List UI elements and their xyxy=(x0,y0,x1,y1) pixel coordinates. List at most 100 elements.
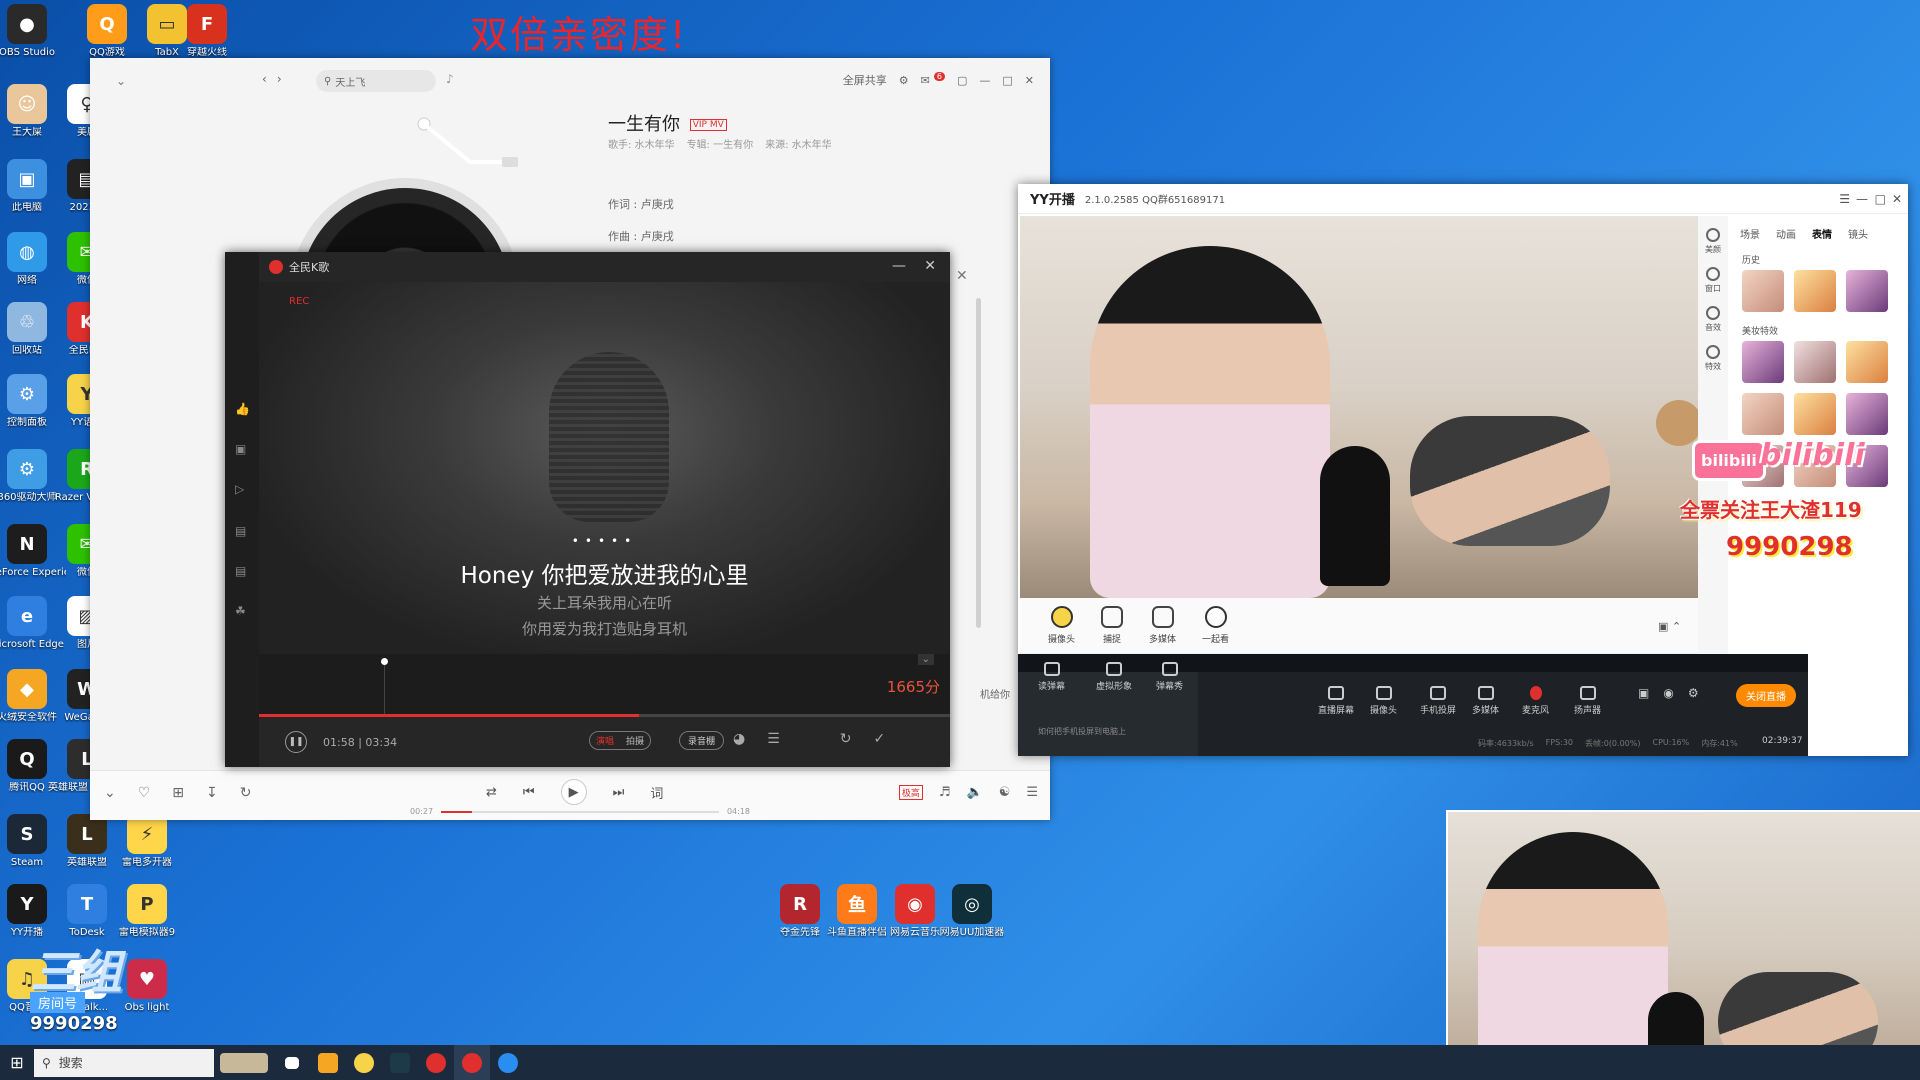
rail-beauty[interactable]: 美颜 xyxy=(1698,228,1728,255)
taskbar-search[interactable]: ⚲ 搜索 xyxy=(34,1048,214,1077)
playlist-icon[interactable]: ☰ xyxy=(1026,785,1038,800)
collapse-pitch-icon[interactable]: ⌄ xyxy=(917,654,934,665)
song-artist[interactable]: 歌手: 水木年华 xyxy=(608,136,675,151)
equalizer-icon[interactable]: ☰ xyxy=(767,731,780,747)
download-icon[interactable]: ↧ xyxy=(206,785,218,801)
console-camera[interactable]: 摄像头 xyxy=(1370,686,1397,716)
console-tip[interactable]: 如何把手机投屏到电脑上 xyxy=(1038,726,1126,737)
add-to-list-icon[interactable]: ⊞ xyxy=(172,785,184,801)
screen-icon[interactable]: ▤ xyxy=(235,524,251,538)
gift-icon[interactable]: ☘ xyxy=(235,604,251,618)
sticker-thumb[interactable] xyxy=(1742,270,1784,312)
console-phone-cast[interactable]: 手机投屏 xyxy=(1420,686,1456,716)
play-button[interactable]: ▶ xyxy=(560,779,587,805)
tool-camera[interactable]: 摄像头 xyxy=(1048,606,1075,645)
tab-lens[interactable]: 镜头 xyxy=(1848,226,1868,241)
song-album[interactable]: 专辑: 一生有你 xyxy=(687,136,754,151)
voice-search-icon[interactable]: ♪ xyxy=(446,72,454,86)
close-icon[interactable]: ✕ xyxy=(1025,74,1034,87)
console-media[interactable]: 多媒体 xyxy=(1472,686,1499,716)
restart-icon[interactable]: ↻ xyxy=(840,731,852,747)
rail-sound[interactable]: 音效 xyxy=(1698,306,1728,333)
tuning-icon[interactable]: ◕ xyxy=(733,731,745,747)
video-icon[interactable]: ▷ xyxy=(235,482,251,496)
share-icon[interactable]: ↻ xyxy=(240,785,252,801)
music-progress-track[interactable] xyxy=(441,810,719,813)
quality-tag[interactable]: 极高 xyxy=(898,785,923,800)
close-icon[interactable]: ✕ xyxy=(1892,192,1902,206)
taskbar-app-kugou[interactable] xyxy=(490,1045,526,1080)
sticker-thumb[interactable] xyxy=(1846,270,1888,312)
maximize-icon[interactable]: □ xyxy=(1002,74,1012,87)
console-screen[interactable]: 直播屏幕 xyxy=(1318,686,1354,716)
settings-gear-icon[interactable]: ⚙ xyxy=(899,74,909,87)
collapse-chevron-icon[interactable]: ⌄ xyxy=(116,74,126,88)
console-avatar[interactable]: 虚拟形象 xyxy=(1096,662,1132,692)
sticker-thumb[interactable] xyxy=(1742,341,1784,383)
volume-icon[interactable]: 🔈 xyxy=(967,785,983,800)
forward-arrow-icon[interactable]: › xyxy=(277,72,282,86)
music-search-input[interactable]: ⚲ 天上飞 xyxy=(316,70,436,92)
taskbar-widget[interactable] xyxy=(214,1045,274,1080)
console-mic[interactable]: 麦克风 xyxy=(1522,686,1549,716)
listen-together-icon[interactable]: ☯ xyxy=(999,785,1011,800)
desktop-icon[interactable]: F 穿越火线 xyxy=(168,4,246,58)
lyrics-scrollbar[interactable] xyxy=(976,298,981,628)
desktop-icon[interactable]: P 雷电模拟器9 xyxy=(108,884,186,938)
menu-icon[interactable]: ☰ xyxy=(1839,192,1850,206)
maximize-icon[interactable]: □ xyxy=(1875,192,1886,206)
preview-eye-icon[interactable]: ◉ xyxy=(1663,686,1673,700)
task-view-icon[interactable] xyxy=(274,1045,310,1080)
like-heart-icon[interactable]: ♡ xyxy=(138,785,151,801)
tab-animation[interactable]: 动画 xyxy=(1776,226,1796,241)
expand-chevron-icon[interactable]: ⌄ xyxy=(104,785,116,801)
settings-gear-icon[interactable]: ⚙ xyxy=(1688,686,1699,700)
console-danmaku-show[interactable]: 弹幕秀 xyxy=(1156,662,1183,692)
taskbar-app-3[interactable] xyxy=(382,1045,418,1080)
music-progress[interactable]: 00:27 04:18 xyxy=(410,807,750,816)
mode-sing[interactable]: 演唱 xyxy=(590,732,620,749)
mode-toggle[interactable]: 演唱 拍摄 xyxy=(589,731,652,750)
tool-watch-together[interactable]: 一起看 xyxy=(1202,606,1229,645)
taskbar-app-kge[interactable] xyxy=(454,1045,490,1080)
comment-icon[interactable]: ▣ xyxy=(235,442,251,456)
recording-studio-button[interactable]: 录音棚 xyxy=(679,731,725,750)
previous-track-icon[interactable]: ⏮ xyxy=(523,785,535,800)
finish-check-icon[interactable]: ✓ xyxy=(874,731,886,747)
thumb-up-icon[interactable]: 👍 xyxy=(235,402,251,416)
vip-mv-tag[interactable]: VIP MV xyxy=(689,119,727,131)
minimize-icon[interactable]: — xyxy=(892,258,906,274)
tab-scene[interactable]: 场景 xyxy=(1740,226,1760,241)
sticker-thumb[interactable] xyxy=(1794,341,1836,383)
screen-share-label[interactable]: 全屏共享 xyxy=(843,72,887,88)
console-speaker[interactable]: 扬声器 xyxy=(1574,686,1601,716)
lyrics-toggle-icon[interactable]: 词 xyxy=(650,783,663,802)
minimize-icon[interactable]: — xyxy=(1856,192,1868,206)
sound-effect-icon[interactable]: ♬ xyxy=(939,785,951,800)
record-icon[interactable]: ▣ xyxy=(1638,686,1649,700)
sticker-thumb[interactable] xyxy=(1794,270,1836,312)
camera-switch-icon[interactable]: ▣ ⌃ xyxy=(1658,620,1681,633)
taskbar-app-1[interactable] xyxy=(310,1045,346,1080)
mode-shoot[interactable]: 拍摄 xyxy=(620,732,650,749)
close-icon[interactable]: ✕ xyxy=(924,258,936,274)
chat-icon[interactable]: ▤ xyxy=(235,564,251,578)
mail-icon[interactable]: ✉ xyxy=(921,74,930,87)
song-source[interactable]: 来源: 水木年华 xyxy=(765,136,832,151)
tab-emoji[interactable]: 表情 xyxy=(1812,226,1832,241)
back-arrow-icon[interactable]: ‹ xyxy=(262,72,267,86)
stop-live-button[interactable]: 关闭直播 xyxy=(1736,684,1796,707)
sticker-thumb[interactable] xyxy=(1846,341,1888,383)
next-track-icon[interactable]: ⏭ xyxy=(613,785,625,800)
minimize-icon[interactable]: — xyxy=(979,74,990,87)
windows-start-icon[interactable]: ⊞ xyxy=(0,1045,34,1080)
tool-media[interactable]: 多媒体 xyxy=(1149,606,1176,645)
rail-effects[interactable]: 特效 xyxy=(1698,345,1728,372)
mini-mode-icon[interactable]: ▢ xyxy=(957,74,967,87)
karaoke-window[interactable]: 👍 ▣ ▷ ▤ ▤ ☘ 全民K歌 — ✕ REC ••••• Honey 你把爱… xyxy=(225,252,950,767)
taskbar-app-yy[interactable] xyxy=(346,1045,382,1080)
rail-window[interactable]: 窗口 xyxy=(1698,267,1728,294)
lyrics-close-icon[interactable]: ✕ xyxy=(956,268,968,284)
taskbar-app-netease[interactable] xyxy=(418,1045,454,1080)
tool-capture[interactable]: 捕捉 xyxy=(1101,606,1124,645)
